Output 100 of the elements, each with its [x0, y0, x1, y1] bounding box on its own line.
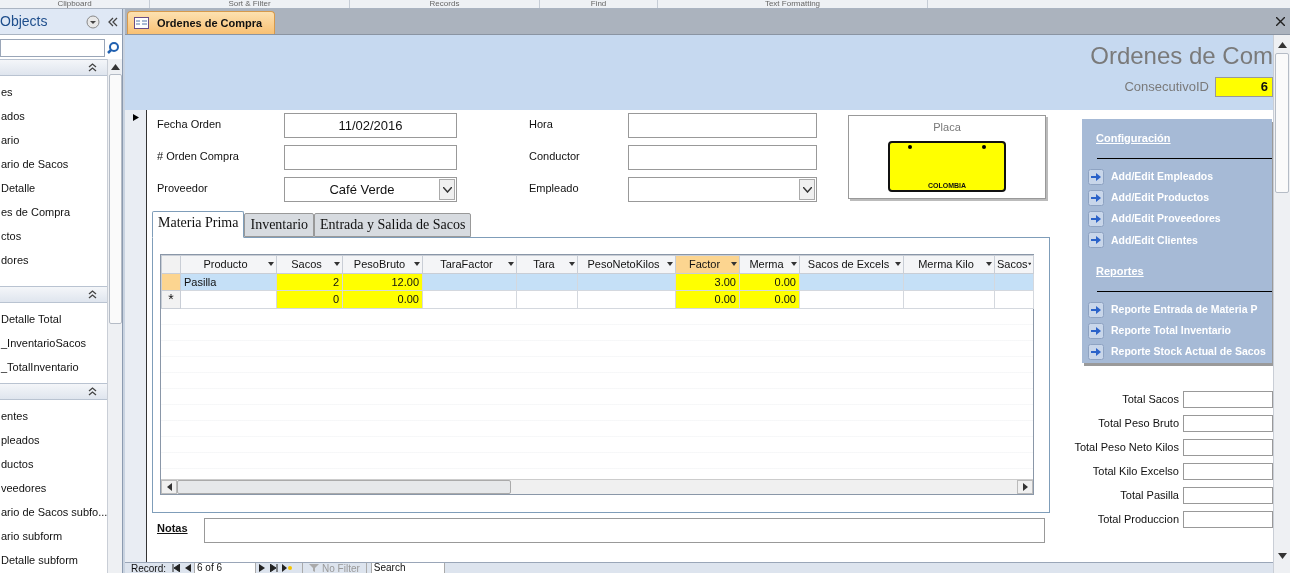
input-field[interactable]: [1183, 510, 1273, 528]
dropdown-arrow-icon[interactable]: [1027, 262, 1031, 267]
nav-item[interactable]: ario subform: [0, 524, 108, 548]
scroll-down-icon[interactable]: [1277, 553, 1287, 559]
nav-item[interactable]: entes: [0, 404, 108, 428]
arrow-button-icon[interactable]: [1088, 232, 1104, 249]
column-header[interactable]: TaraFactor: [422, 255, 517, 273]
nav-item[interactable]: _InventarioSacos: [0, 331, 108, 355]
nav-item[interactable]: pleados: [0, 428, 108, 452]
field-label: Total Kilo Excelso: [1091, 463, 1180, 479]
column-header[interactable]: Producto: [180, 255, 277, 273]
dropdown-arrow-icon[interactable]: [667, 262, 673, 267]
tab[interactable]: Inventario: [244, 213, 314, 237]
next-record-icon[interactable]: [259, 564, 265, 572]
dropdown-arrow-icon[interactable]: [569, 262, 575, 267]
nav-item[interactable]: Detalle: [0, 176, 108, 200]
last-record-icon[interactable]: [270, 564, 278, 572]
scroll-up-icon[interactable]: [110, 64, 120, 70]
column-header[interactable]: Sacos de Excels: [799, 255, 904, 273]
nav-item[interactable]: veedores: [0, 476, 108, 500]
collapse-group-icon[interactable]: [88, 387, 98, 396]
arrow-button-icon[interactable]: [1088, 323, 1104, 339]
scroll-left-button[interactable]: [161, 480, 177, 494]
column-header[interactable]: Factor: [675, 255, 740, 273]
arrow-button-icon[interactable]: [1088, 189, 1104, 206]
scroll-thumb[interactable]: [108, 74, 122, 324]
nav-item[interactable]: ario de Sacos subfo...: [0, 500, 108, 524]
nav-item[interactable]: Detalle subform: [0, 548, 108, 572]
dropdown-icon[interactable]: [86, 14, 101, 29]
nav-item[interactable]: dores: [0, 248, 108, 272]
input-field[interactable]: [1183, 462, 1273, 480]
arrow-button-icon[interactable]: [1088, 344, 1104, 361]
previous-record-icon[interactable]: [185, 564, 191, 572]
collapse-pane-icon[interactable]: [108, 16, 119, 27]
new-record-icon[interactable]: [282, 564, 292, 572]
column-header[interactable]: Sacos: [276, 255, 343, 273]
scroll-up-icon[interactable]: [1277, 42, 1287, 48]
nav-item[interactable]: es de Compra: [0, 200, 108, 224]
arrow-button-icon[interactable]: [1088, 168, 1104, 185]
record-selector[interactable]: [125, 110, 147, 562]
dropdown-arrow-icon[interactable]: [334, 262, 340, 267]
search-icon[interactable]: [106, 41, 121, 55]
arrow-button-icon[interactable]: [1088, 211, 1104, 228]
form-icon: [134, 17, 149, 29]
close-icon[interactable]: [1276, 17, 1285, 26]
nav-item[interactable]: ario: [0, 128, 108, 152]
input-field[interactable]: [1183, 438, 1273, 456]
nav-item[interactable]: _TotalInventario: [0, 355, 108, 379]
scroll-thumb[interactable]: [177, 480, 511, 494]
column-header[interactable]: Merma Kilo: [903, 255, 995, 273]
column-header[interactable]: Sacos: [994, 255, 1034, 273]
nav-item[interactable]: ctos: [0, 224, 108, 248]
dropdown-arrow-icon[interactable]: [731, 262, 737, 267]
nav-item[interactable]: Detalle Total: [0, 307, 108, 331]
collapse-group-icon[interactable]: [88, 63, 98, 72]
input-field[interactable]: [284, 145, 457, 170]
left-arrow-icon: [166, 483, 172, 491]
nav-item[interactable]: ados: [0, 104, 108, 128]
field-label: Conductor: [529, 149, 581, 164]
input-field[interactable]: 11/02/2016: [284, 113, 457, 138]
dropdown-arrow-icon[interactable]: [895, 262, 901, 267]
collapse-group-icon[interactable]: [88, 290, 98, 299]
dropdown-arrow-icon[interactable]: [986, 262, 992, 267]
input-field[interactable]: [1183, 390, 1273, 408]
column-header[interactable]: PesoBruto: [342, 255, 423, 273]
tab[interactable]: Entrada y Salida de Sacos: [314, 213, 472, 237]
field-label: Proveedor: [157, 181, 209, 196]
column-header[interactable]: PesoNetoKilos: [577, 255, 676, 273]
search-field[interactable]: [0, 39, 106, 57]
field-label: Empleado: [529, 181, 580, 196]
dropdown-arrow-icon[interactable]: [414, 262, 420, 267]
id-field[interactable]: 6: [1215, 77, 1273, 97]
first-record-icon[interactable]: [172, 564, 180, 572]
record-position-field[interactable]: 6 of 6: [194, 563, 256, 573]
field-label: Total Pasilla: [1119, 487, 1180, 503]
dropdown-field[interactable]: [628, 177, 817, 202]
dropdown-arrow-icon[interactable]: [508, 262, 514, 267]
nav-item[interactable]: ario de Sacos: [0, 152, 108, 176]
input-field[interactable]: [1183, 414, 1273, 432]
scroll-thumb[interactable]: [1275, 53, 1289, 193]
column-header[interactable]: Merma: [739, 255, 800, 273]
scrollbar[interactable]: [1273, 35, 1290, 573]
input-field[interactable]: [628, 113, 817, 138]
field-label: Fecha Orden: [157, 117, 223, 132]
current-record-icon: [132, 114, 139, 121]
dropdown-field[interactable]: Café Verde: [284, 177, 457, 202]
tab[interactable]: Materia Prima: [152, 211, 245, 238]
scrollbar[interactable]: [107, 59, 123, 573]
column-header[interactable]: Tara: [516, 255, 578, 273]
nav-item[interactable]: ductos: [0, 452, 108, 476]
document-tab[interactable]: Ordenes de Compra: [127, 11, 276, 34]
dropdown-arrow-icon[interactable]: [268, 262, 274, 267]
search-field[interactable]: Search: [370, 563, 445, 573]
dropdown-arrow-icon[interactable]: [791, 262, 797, 267]
input-field[interactable]: [628, 145, 817, 170]
scroll-right-button[interactable]: [1017, 480, 1033, 494]
arrow-button-icon[interactable]: [1088, 301, 1104, 318]
notes-field[interactable]: [204, 518, 1045, 543]
nav-item[interactable]: es: [0, 80, 108, 104]
input-field[interactable]: [1183, 486, 1273, 504]
